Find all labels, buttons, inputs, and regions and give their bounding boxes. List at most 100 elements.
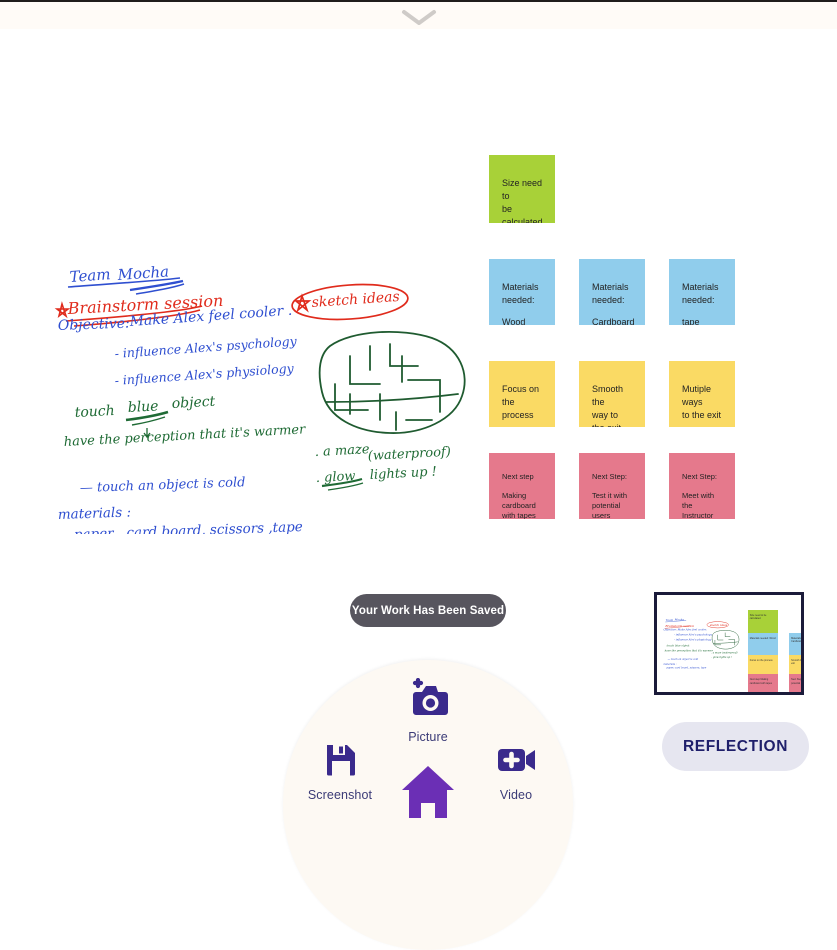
svg-text:blue: blue [127, 398, 159, 416]
svg-text:— touch an object is cold: — touch an object is cold [668, 658, 699, 661]
note-multiple-exit[interactable]: Mutiple ways to the exit [669, 361, 735, 427]
radial-item-screenshot[interactable]: Screenshot [292, 740, 388, 802]
note-line: Test it with [592, 491, 628, 500]
note-line: to the exit [682, 410, 722, 420]
note-line: Instructor [682, 511, 714, 519]
note-next-instructor[interactable]: Next Step: Meet with the Instructor [669, 453, 735, 519]
thumbnail-note-text: Smooth the way to the exit [791, 658, 801, 665]
svg-text:— touch an object is cold: — touch an object is cold [80, 475, 246, 496]
radial-item-home[interactable] [380, 760, 476, 828]
note-line: process [502, 410, 534, 420]
svg-text:sketch ideas: sketch ideas [311, 289, 400, 311]
svg-text:- influence Alex's physiology: - influence Alex's physiology [674, 637, 712, 641]
note-line: Making cardboard [502, 491, 536, 510]
note-line: Materials [682, 282, 719, 292]
note-line: Size need to [502, 178, 543, 201]
note-line [592, 307, 633, 316]
whiteboard-canvas[interactable]: Team Mocha Brainstorm session Objective:… [0, 29, 837, 574]
note-smooth-exit[interactable]: Smooth the way to the exit [579, 361, 645, 427]
saved-toast-text: Your Work Has Been Saved [351, 604, 505, 617]
note-line [502, 482, 543, 491]
note-line [592, 482, 633, 491]
thumbnail-note-text: Materials needed: Wood [749, 636, 776, 640]
thumbnail-handwriting: Team Mocha Brainstorm session Objective: … [663, 618, 740, 670]
reflection-label: REFLECTION [682, 737, 789, 755]
svg-text:- influence Alex's psychology: - influence Alex's psychology [674, 633, 712, 637]
video-add-icon [495, 740, 537, 785]
svg-text:. a maze: . a maze [314, 442, 370, 460]
reflection-button[interactable]: REFLECTION [662, 722, 809, 771]
note-line: Next Step: [592, 472, 628, 481]
svg-text:sketch ideas: sketch ideas [710, 623, 728, 627]
svg-text:Objective: Make Alex feel cool: Objective: Make Alex feel cooler. [663, 628, 706, 632]
radial-action-menu[interactable]: Picture Screenshot Video [283, 660, 573, 950]
radial-label-picture: Picture [408, 730, 448, 744]
note-materials-wood[interactable]: Materials needed: Wood [489, 259, 555, 325]
note-line: needed: [592, 295, 625, 305]
svg-text:touch: touch [74, 403, 115, 421]
thumbnail-note-next-test: Next Step: Test it with potential users [789, 674, 801, 692]
svg-text:Brainstorm session: Brainstorm session [664, 624, 694, 628]
thumbnail-note-text: Focus on the process [749, 658, 773, 662]
floppy-disk-icon [320, 740, 360, 785]
svg-text:- influence Alex's physiology: - influence Alex's physiology [114, 360, 295, 388]
saved-toast: Your Work Has Been Saved [350, 594, 506, 627]
svg-text:object: object [171, 394, 216, 412]
svg-text:have the perception that it's: have the perception that it's warmer [63, 422, 306, 450]
note-line: with tapes [502, 511, 536, 519]
radial-label-video: Video [499, 788, 533, 802]
thumbnail-note-text: Materials needed: Cardboard [791, 636, 801, 643]
note-line: Materials [502, 282, 539, 292]
note-line: tape [682, 317, 700, 325]
camera-add-icon [405, 677, 451, 727]
board-thumbnail[interactable]: Team Mocha Brainstorm session Objective: … [654, 592, 804, 695]
top-bar [0, 2, 837, 29]
note-line [682, 482, 723, 491]
thumbnail-note-text: Next step Making cardboard with tapes [749, 678, 772, 685]
svg-text:Objective:: Objective: [58, 315, 130, 334]
note-line: Materials [592, 282, 629, 292]
note-materials-cardboard[interactable]: Materials needed: Cardboard [579, 259, 645, 325]
svg-text:lights up !: lights up ! [369, 465, 437, 483]
note-next-test[interactable]: Next Step: Test it with potential users [579, 453, 645, 519]
note-line: potential users [592, 501, 621, 519]
svg-text:. a maze (waterproof): . a maze (waterproof) [711, 652, 737, 655]
chevron-down-icon[interactable] [400, 8, 438, 28]
thumbnail-note-next-cardboard: Next step Making cardboard with tapes [747, 674, 779, 692]
note-line: be calculated. [502, 204, 546, 223]
svg-text:paper , card board, scissors ,: paper , card board, scissors ,tape [74, 519, 303, 534]
svg-text:touch blue object: touch blue object [667, 643, 691, 647]
note-line: Next step [502, 472, 534, 481]
svg-text:materials :: materials : [663, 663, 676, 666]
thumbnail-note-text: Next Step: Test it with potential users [791, 678, 801, 685]
note-line [502, 307, 543, 316]
svg-text:Team: Team [69, 265, 111, 286]
note-size[interactable]: Size need to be calculated. [489, 155, 555, 223]
svg-text:. glow lights up !: . glow lights up ! [711, 656, 732, 659]
note-line: Focus on the [502, 384, 540, 407]
note-line: needed: [682, 295, 715, 305]
note-line: Meet with the [682, 491, 715, 510]
svg-text:- influence Alex's psychology: - influence Alex's psychology [114, 333, 298, 361]
note-line [682, 307, 723, 316]
note-line: needed: [502, 295, 535, 305]
note-line: way to the exit [592, 410, 621, 427]
handwritten-notes: Team Mocha Brainstorm session Objective:… [50, 234, 470, 543]
note-next-cardboard[interactable]: Next step Making cardboard with tapes [489, 453, 555, 519]
home-icon [398, 760, 458, 825]
note-line: Next Step: [682, 472, 718, 481]
svg-text:(waterproof): (waterproof) [367, 445, 451, 464]
note-line: Mutiple ways [682, 384, 712, 407]
note-materials-tape[interactable]: Materials needed: tape [669, 259, 735, 325]
thumbnail-note-text: Size need to be calculated. [749, 614, 767, 621]
svg-text:have the perception that it's: have the perception that it's warmer [665, 649, 714, 653]
svg-text:paper, card board, scissors, t: paper, card board, scissors, tape [666, 667, 706, 670]
radial-item-picture[interactable]: Picture [380, 677, 476, 744]
note-line: Cardboard [592, 317, 635, 325]
note-line: Wood [502, 317, 526, 325]
radial-label-screenshot: Screenshot [307, 788, 373, 802]
note-focus-process[interactable]: Focus on the process [489, 361, 555, 427]
note-line: Smooth the [592, 384, 624, 407]
radial-item-video[interactable]: Video [468, 740, 564, 802]
svg-text:materials :: materials : [58, 504, 132, 523]
